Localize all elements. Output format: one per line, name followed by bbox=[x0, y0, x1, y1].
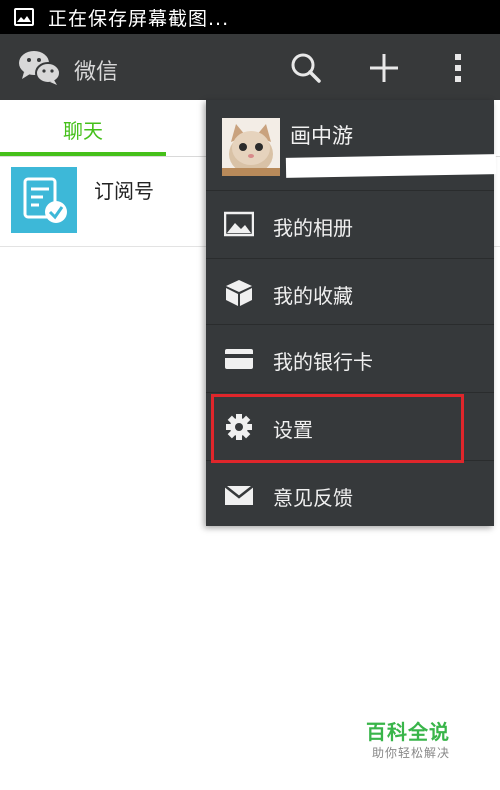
search-icon[interactable] bbox=[288, 50, 324, 86]
wechat-logo-icon bbox=[18, 48, 62, 86]
bank-card-icon bbox=[224, 345, 254, 373]
menu-divider bbox=[206, 324, 494, 325]
menu-divider bbox=[206, 392, 494, 393]
more-options-icon[interactable] bbox=[444, 50, 474, 86]
menu-divider bbox=[206, 190, 494, 191]
feedback-icon bbox=[224, 481, 254, 509]
app-title: 微信 bbox=[74, 60, 119, 85]
menu-item-favorites[interactable]: 我的收藏 bbox=[206, 260, 494, 326]
screenshot-icon bbox=[14, 8, 34, 26]
list-item-title: 订阅号 bbox=[94, 179, 154, 203]
menu-item-label: 我的收藏 bbox=[273, 284, 353, 308]
favorites-icon bbox=[224, 279, 254, 307]
menu-item-label: 意见反馈 bbox=[273, 486, 353, 510]
status-text: 正在保存屏幕截图... bbox=[48, 7, 230, 30]
album-icon bbox=[223, 211, 255, 239]
menu-item-album[interactable]: 我的相册 bbox=[206, 192, 494, 258]
tab-chat[interactable]: 聊天 bbox=[0, 100, 166, 156]
subscription-icon bbox=[11, 167, 77, 233]
watermark-title: 百科全说 bbox=[366, 720, 450, 744]
status-bar: 正在保存屏幕截图... bbox=[0, 0, 500, 34]
menu-profile[interactable]: 画中游 bbox=[206, 100, 497, 190]
redaction-mark bbox=[285, 154, 497, 178]
highlight-annotation bbox=[211, 394, 464, 463]
menu-item-label: 我的相册 bbox=[273, 216, 353, 240]
avatar bbox=[222, 118, 280, 176]
profile-name: 画中游 bbox=[290, 124, 353, 148]
menu-divider bbox=[206, 258, 494, 259]
action-bar: 微信 bbox=[0, 34, 500, 100]
menu-item-bank-card[interactable]: 我的银行卡 bbox=[206, 326, 494, 392]
tab-chat-label: 聊天 bbox=[63, 119, 103, 143]
add-icon[interactable] bbox=[366, 50, 402, 86]
menu-item-feedback[interactable]: 意见反馈 bbox=[206, 462, 494, 528]
watermark-subtitle: 助你轻松解决 bbox=[372, 746, 451, 760]
menu-item-label: 我的银行卡 bbox=[273, 350, 373, 374]
